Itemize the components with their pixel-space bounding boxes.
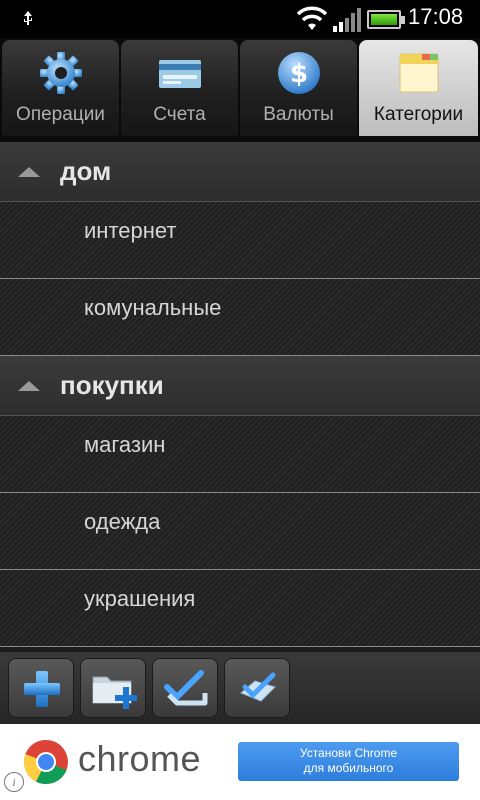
list-item[interactable]: интернет	[0, 202, 480, 279]
bottom-toolbar	[0, 652, 480, 724]
tab-label: Валюты	[263, 104, 334, 125]
list-item-label: магазин	[84, 432, 166, 457]
add-folder-button[interactable]	[80, 658, 146, 718]
tab-operations[interactable]: Операции	[2, 40, 119, 136]
tab-currencies[interactable]: $ Валюты	[240, 40, 357, 136]
group-title: дом	[60, 156, 112, 186]
ad-brand: chrome	[78, 738, 202, 779]
list-item-label: одежда	[84, 509, 161, 534]
ad-info-icon[interactable]: i	[4, 772, 24, 792]
tab-accounts[interactable]: Счета	[121, 40, 238, 136]
tab-label: Счета	[153, 104, 206, 125]
tab-bar: Операции Счета $ Валюты Категории	[0, 38, 480, 142]
group-header-home[interactable]: дом	[0, 142, 480, 202]
list-item-label: интернет	[84, 218, 177, 243]
tab-categories[interactable]: Категории	[359, 40, 478, 136]
list-item-label: украшения	[84, 586, 196, 611]
group-header-shopping[interactable]: покупки	[0, 356, 480, 416]
list-item-label: комунальные	[84, 295, 222, 320]
collapse-arrow-icon[interactable]	[18, 381, 40, 391]
usb-icon	[24, 11, 32, 25]
signal-icon	[333, 8, 361, 32]
check-all-button[interactable]	[152, 658, 218, 718]
list-item[interactable]: украшения	[0, 570, 480, 647]
category-list: дом интернет комунальные покупки магазин…	[0, 142, 480, 652]
svg-text:$: $	[289, 59, 307, 89]
dollar-icon: $	[277, 52, 320, 94]
list-item[interactable]: одежда	[0, 493, 480, 570]
uncheck-all-button[interactable]	[224, 658, 290, 718]
gear-icon	[39, 52, 82, 94]
battery-icon	[367, 10, 405, 29]
folder-icon	[399, 53, 438, 93]
add-icon	[24, 671, 60, 707]
ad-cta-line2: для мобильного	[303, 761, 394, 775]
add-folder-icon	[92, 676, 137, 709]
ad-banner[interactable]: chrome Установи Chrome для мобильного i	[0, 724, 480, 800]
check-all-icon	[164, 670, 208, 706]
tab-label: Операции	[16, 104, 105, 125]
status-bar: 17:08	[0, 0, 480, 38]
add-button[interactable]	[8, 658, 74, 718]
uncheck-all-icon	[240, 672, 276, 702]
list-item[interactable]: комунальные	[0, 279, 480, 356]
collapse-arrow-icon[interactable]	[18, 167, 40, 177]
credit-card-icon	[158, 60, 201, 88]
group-title: покупки	[60, 370, 164, 400]
ad-install-button[interactable]: Установи Chrome для мобильного	[238, 742, 459, 781]
list-item[interactable]: магазин	[0, 416, 480, 493]
tab-label: Категории	[373, 104, 464, 125]
chrome-logo-icon	[23, 740, 68, 785]
clock: 17:08	[408, 4, 464, 29]
wifi-icon	[296, 6, 328, 30]
ad-cta-line1: Установи Chrome	[299, 746, 398, 760]
